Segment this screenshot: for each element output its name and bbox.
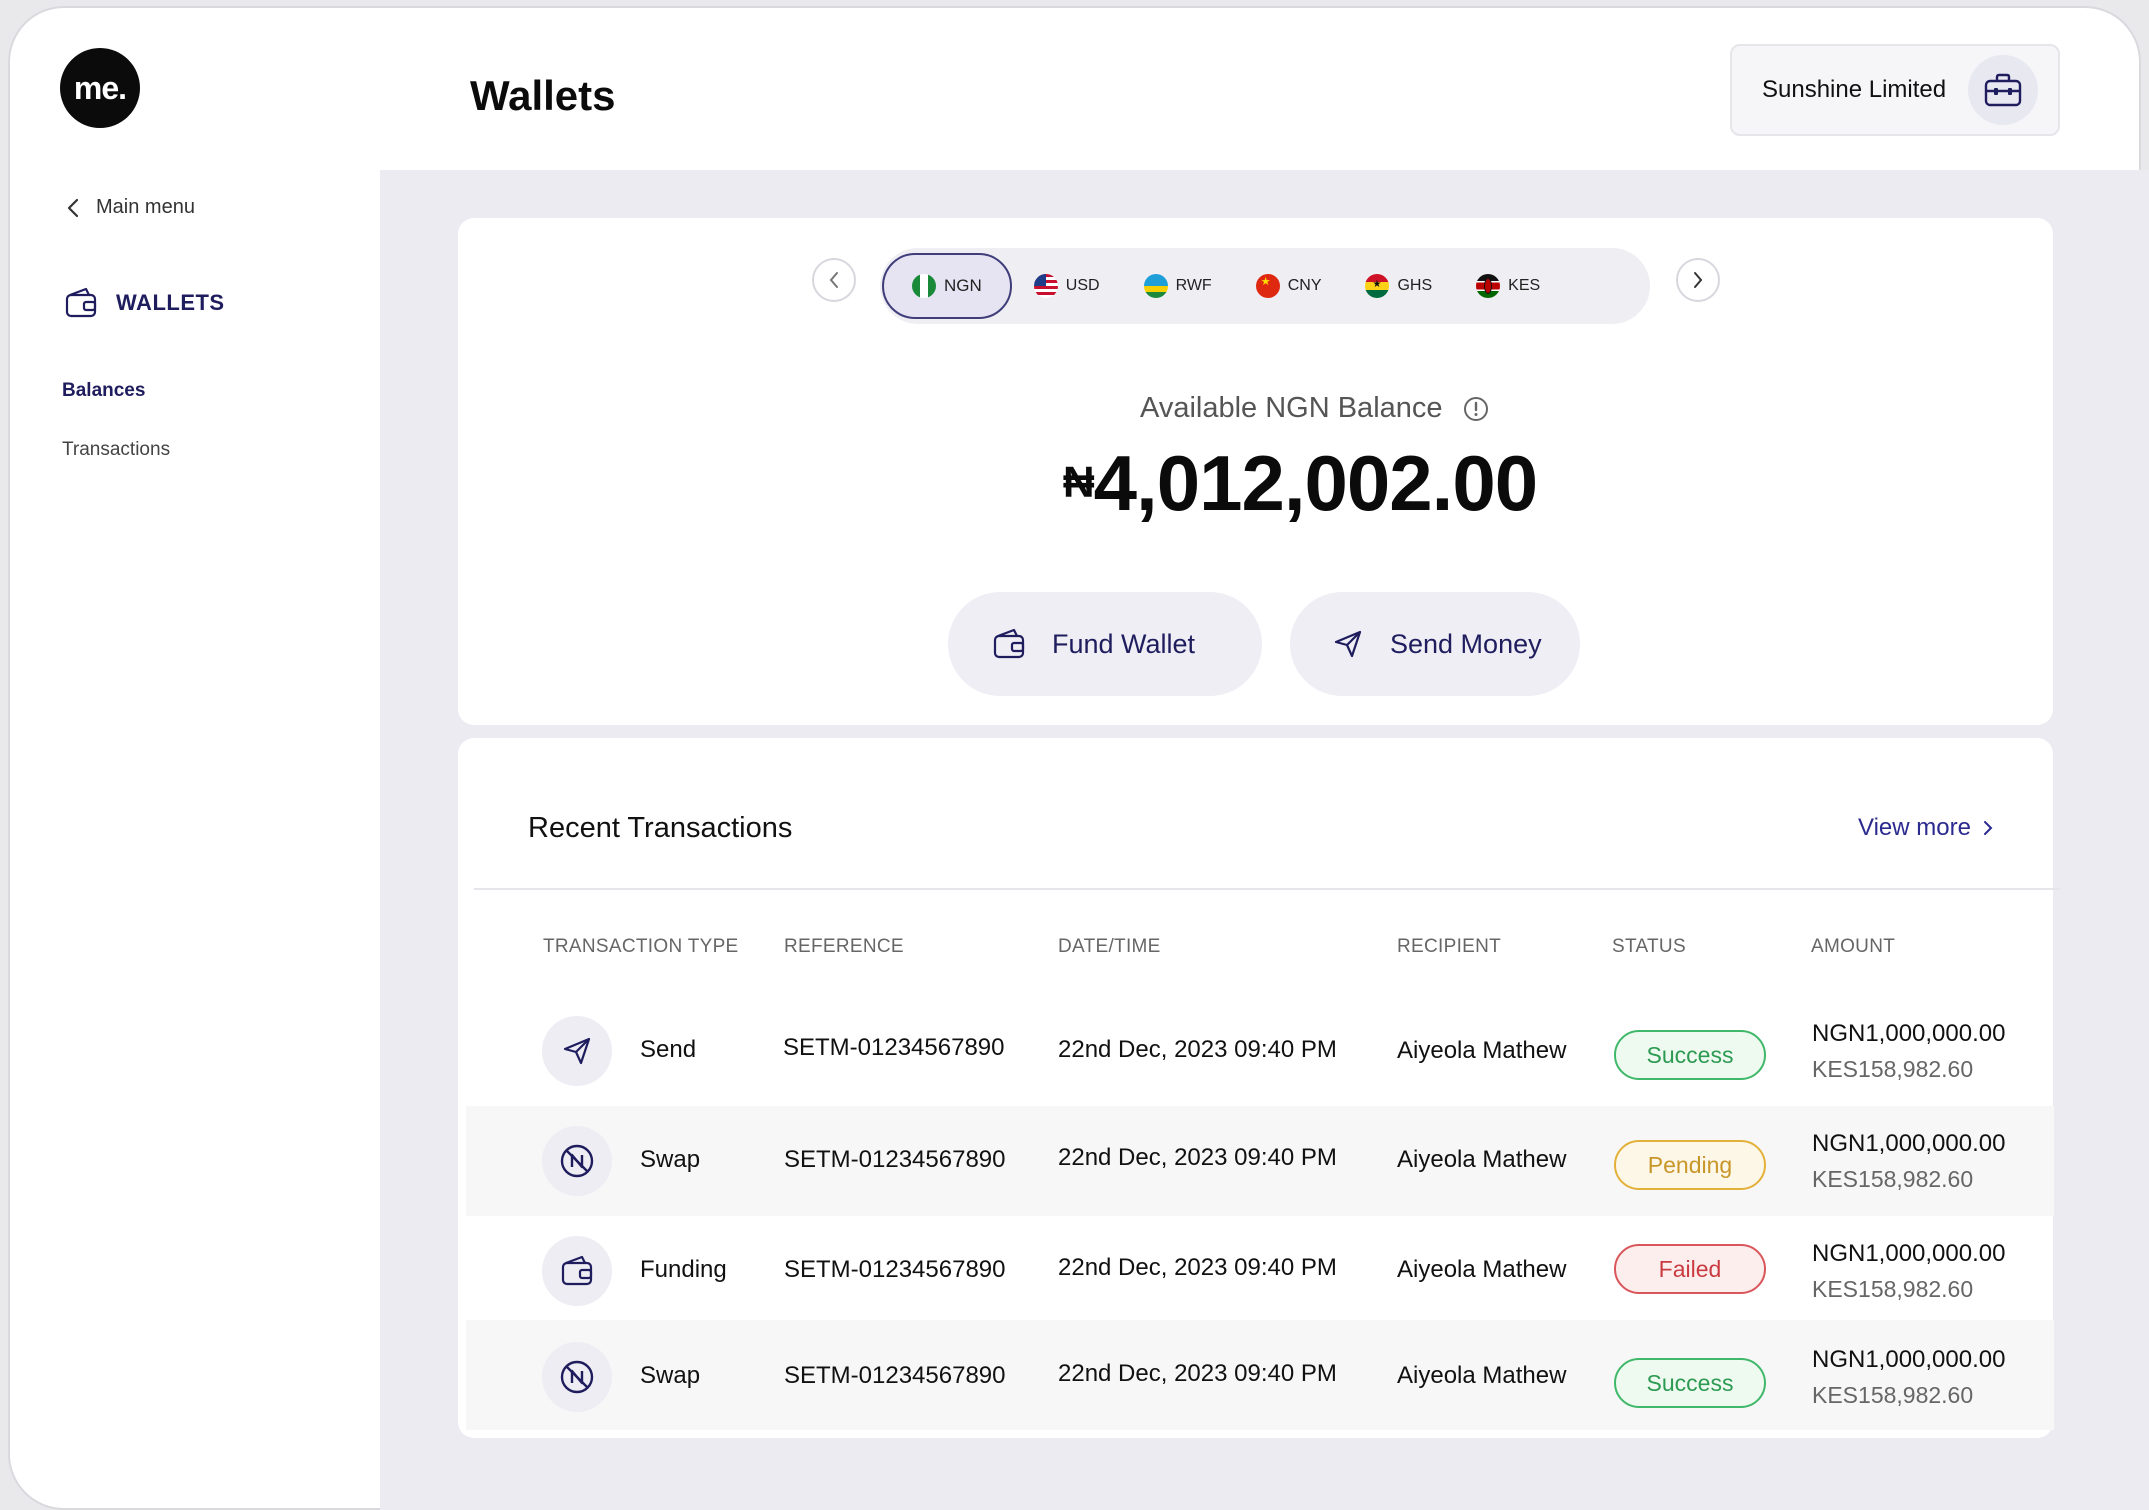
transaction-reference: SETM-01234567890 [783, 1034, 1005, 1061]
kenya-flag-icon [1476, 274, 1501, 298]
send-icon [1334, 630, 1362, 658]
table-row[interactable]: Funding SETM-01234567890 22nd Dec, 2023 … [466, 1216, 2054, 1326]
transaction-amount-converted: KES158,982.60 [1812, 1056, 1974, 1082]
transaction-recipient: Aiyeola Mathew [1397, 1256, 1567, 1283]
transaction-reference: SETM-01234567890 [784, 1362, 1006, 1389]
transaction-type: Swap [640, 1362, 701, 1389]
currency-tabs: NGN USD RWF ★ CNY ★ GHS KES [880, 248, 1650, 324]
transaction-recipient: Aiyeola Mathew [1397, 1037, 1567, 1064]
transaction-datetime: 22nd Dec, 2023 09:40 PM [1058, 1360, 1337, 1387]
currency-code: KES [1508, 277, 1541, 294]
tab-cny[interactable]: ★ CNY [1234, 253, 1344, 319]
wallet-icon [993, 628, 1025, 659]
chevron-left-icon [67, 198, 79, 217]
wallets-section-header: WALLETS [64, 286, 225, 320]
ghana-flag-icon: ★ [1365, 274, 1390, 298]
wallets-section-title: WALLETS [116, 290, 225, 315]
transaction-amount: NGN1,000,000.00 [1812, 1130, 2006, 1157]
currency-code: USD [1065, 277, 1100, 294]
page-title: Wallets [470, 72, 616, 119]
currency-code: GHS [1397, 277, 1433, 294]
balance-amount: ₦4,012,002.00 [1040, 438, 1560, 529]
fund-wallet-label: Fund Wallet [1052, 628, 1196, 659]
china-flag-icon: ★ [1255, 274, 1280, 298]
column-header-status: STATUS [1612, 936, 1686, 957]
transaction-reference: SETM-01234567890 [784, 1256, 1006, 1283]
transaction-amount-converted: KES158,982.60 [1812, 1382, 1974, 1408]
tab-rwf[interactable]: RWF [1122, 253, 1234, 319]
sidebar-item-transactions[interactable]: Transactions [62, 439, 170, 461]
column-header-recipient: RECIPIENT [1397, 936, 1502, 957]
main-menu-link[interactable]: Main menu [66, 196, 195, 219]
currency-code: NGN [944, 276, 982, 295]
tab-usd[interactable]: USD [1012, 253, 1122, 319]
wallet-icon [65, 287, 97, 318]
logo-text: me. [73, 69, 127, 106]
tab-kes[interactable]: KES [1454, 253, 1562, 319]
chevron-left-icon [829, 272, 838, 288]
send-money-button[interactable]: Send Money [1290, 592, 1580, 696]
briefcase-icon [1968, 55, 2038, 125]
sidebar-item-balances[interactable]: Balances [62, 380, 145, 402]
tab-ghs[interactable]: ★ GHS [1343, 253, 1454, 319]
transaction-amount-converted: KES158,982.60 [1812, 1166, 1974, 1192]
account-switcher[interactable]: Sunshine Limited [1730, 44, 2060, 136]
brand-logo[interactable]: me. [60, 48, 140, 128]
chevron-right-icon [1983, 821, 1993, 835]
transaction-recipient: Aiyeola Mathew [1397, 1362, 1567, 1389]
transaction-reference: SETM-01234567890 [784, 1146, 1006, 1173]
table-row[interactable]: Send SETM-01234567890 22nd Dec, 2023 09:… [466, 996, 2054, 1106]
transaction-amount: NGN1,000,000.00 [1812, 1020, 2006, 1047]
account-name: Sunshine Limited [1762, 76, 1947, 103]
column-header-reference: REFERENCE [784, 936, 904, 957]
transactions-title: Recent Transactions [528, 812, 793, 844]
table-row[interactable]: Swap SETM-01234567890 22nd Dec, 2023 09:… [466, 1320, 2054, 1430]
balance-label: Available NGN Balance [1140, 392, 1489, 425]
currency-prev-button[interactable] [812, 258, 856, 302]
transaction-recipient: Aiyeola Mathew [1397, 1146, 1567, 1173]
currency-symbol: ₦ [1062, 458, 1095, 508]
transaction-datetime: 22nd Dec, 2023 09:40 PM [1058, 1036, 1337, 1063]
send-icon [542, 1016, 612, 1086]
transaction-amount-converted: KES158,982.60 [1812, 1276, 1974, 1302]
status-badge: Success [1614, 1358, 1766, 1408]
transaction-amount: NGN1,000,000.00 [1812, 1240, 2006, 1267]
currency-code: CNY [1287, 277, 1322, 294]
wallet-icon [542, 1236, 612, 1306]
column-header-amount: AMOUNT [1811, 936, 1896, 957]
table-row[interactable]: Swap SETM-01234567890 22nd Dec, 2023 09:… [466, 1106, 2054, 1216]
currency-code: RWF [1175, 277, 1212, 294]
transaction-datetime: 22nd Dec, 2023 09:40 PM [1058, 1254, 1337, 1281]
info-icon[interactable] [1463, 396, 1489, 422]
transaction-type: Send [640, 1036, 697, 1063]
transaction-type: Funding [640, 1256, 727, 1283]
chevron-right-icon [1694, 272, 1703, 288]
main-menu-label: Main menu [96, 196, 195, 218]
view-more-label: View more [1858, 814, 1971, 841]
transaction-type: Swap [640, 1146, 701, 1173]
rwanda-flag-icon [1143, 274, 1168, 298]
swap-icon [542, 1342, 612, 1412]
view-more-link[interactable]: View more [1858, 814, 1993, 842]
usa-flag-icon [1033, 274, 1058, 298]
send-money-label: Send Money [1390, 628, 1542, 659]
balance-label-text: Available NGN Balance [1140, 392, 1443, 424]
transaction-datetime: 22nd Dec, 2023 09:40 PM [1058, 1144, 1337, 1171]
status-badge: Success [1614, 1030, 1766, 1080]
balance-value: 4,012,002.00 [1093, 439, 1538, 527]
transaction-amount: NGN1,000,000.00 [1812, 1346, 2006, 1373]
column-header-type: TRANSACTION TYPE [543, 936, 739, 957]
fund-wallet-button[interactable]: Fund Wallet [948, 592, 1262, 696]
status-badge: Pending [1614, 1140, 1766, 1190]
tab-ngn[interactable]: NGN [882, 253, 1012, 319]
status-badge: Failed [1614, 1244, 1766, 1294]
swap-icon [542, 1126, 612, 1196]
currency-next-button[interactable] [1676, 258, 1720, 302]
divider [474, 888, 2060, 890]
column-header-datetime: DATE/TIME [1058, 936, 1161, 957]
nigeria-flag-icon [912, 274, 936, 298]
